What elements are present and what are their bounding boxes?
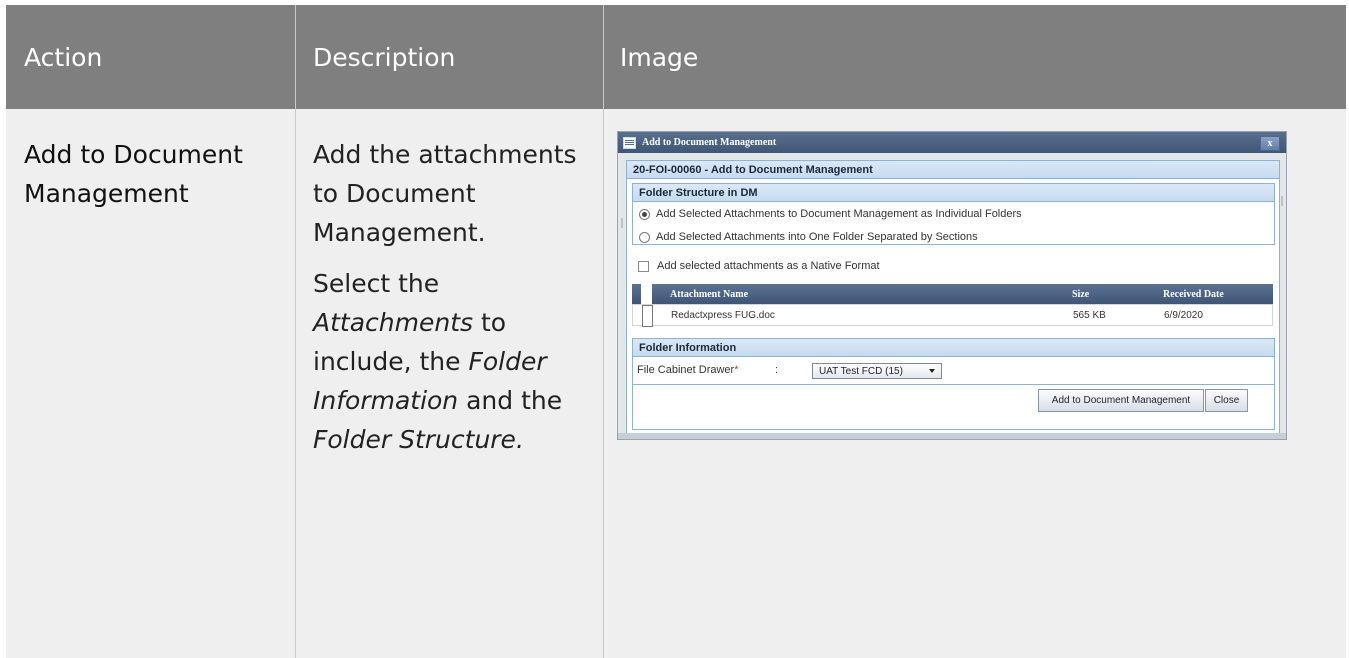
- add-to-dm-dialog: Add to Document Management x 20-FOI-0006…: [617, 131, 1287, 440]
- drawer-colon: :: [775, 364, 779, 376]
- action-text: Add to Document Management: [24, 140, 243, 208]
- attachment-size: 565 KB: [1073, 309, 1106, 321]
- native-format-checkbox[interactable]: [638, 260, 649, 272]
- dialog-footer-strip: [618, 433, 1286, 439]
- row-checkbox[interactable]: [642, 305, 653, 327]
- table-header: Action Description Image: [6, 5, 1346, 109]
- add-to-dm-button[interactable]: Add to Document Management: [1038, 389, 1204, 412]
- document-list-icon: [623, 136, 636, 149]
- drawer-select[interactable]: UAT Test FCD (15): [812, 363, 942, 379]
- attachments-grid: Attachment Name Size Received Date Redac…: [632, 284, 1273, 327]
- drawer-row: File Cabinet Drawer* : UAT Test FCD (15): [637, 363, 1267, 380]
- native-format-label: Add selected attachments as a Native For…: [657, 260, 880, 272]
- header-description: Description: [313, 42, 456, 72]
- close-icon[interactable]: x: [1260, 136, 1280, 151]
- grid-header: Attachment Name Size Received Date: [632, 284, 1273, 306]
- option-one-folder[interactable]: Add Selected Attachments into One Folder…: [639, 231, 978, 243]
- description-paragraph-1: Add the attachments to Document Manageme…: [313, 140, 577, 247]
- col-received-date[interactable]: Received Date: [1163, 284, 1224, 304]
- folder-info-title: Folder Information: [633, 339, 1274, 357]
- button-bar: Add to Document Management Close: [633, 385, 1274, 415]
- description-text: Add the attachments to Document Manageme…: [313, 135, 593, 471]
- dialog-title: Add to Document Management: [642, 137, 777, 148]
- table-row[interactable]: Redactxpress FUG.doc 565 KB 6/9/2020: [632, 304, 1273, 327]
- header-action: Action: [24, 42, 103, 72]
- drawer-select-value: UAT Test FCD (15): [819, 365, 903, 377]
- close-button[interactable]: Close: [1205, 389, 1248, 412]
- col-size[interactable]: Size: [1072, 284, 1089, 304]
- native-format-option[interactable]: Add selected attachments as a Native For…: [638, 260, 880, 272]
- left-edge-stub: [621, 218, 623, 228]
- folder-structure-title: Folder Structure in DM: [633, 184, 1274, 202]
- folder-info-panel: Folder Information File Cabinet Drawer* …: [632, 338, 1275, 430]
- attachment-name: Redactxpress FUG.doc: [671, 309, 775, 321]
- description-paragraph-2: Select the Attachments to include, the F…: [313, 269, 563, 454]
- dialog-titlebar: Add to Document Management x: [618, 132, 1286, 153]
- attachment-date: 6/9/2020: [1164, 309, 1203, 321]
- required-marker: *: [734, 364, 739, 376]
- radio-button[interactable]: [639, 231, 650, 243]
- dialog-body: 20-FOI-00060 - Add to Document Managemen…: [626, 160, 1280, 434]
- header-image: Image: [620, 42, 699, 72]
- option-label: Add Selected Attachments into One Folder…: [656, 231, 978, 243]
- option-label: Add Selected Attachments to Document Man…: [656, 208, 1022, 220]
- option-individual-folders[interactable]: Add Selected Attachments to Document Man…: [639, 208, 1022, 220]
- drawer-label: File Cabinet Drawer: [637, 364, 735, 376]
- radio-button[interactable]: [639, 208, 650, 220]
- right-edge-stub: [1281, 196, 1283, 206]
- col-attachment-name[interactable]: Attachment Name: [670, 284, 748, 304]
- column-divider: [603, 5, 604, 658]
- column-divider: [295, 5, 296, 658]
- folder-structure-panel: Folder Structure in DM Add Selected Atta…: [632, 183, 1275, 245]
- dialog-header-bar: 20-FOI-00060 - Add to Document Managemen…: [627, 161, 1279, 179]
- select-all-checkbox[interactable]: [641, 284, 652, 306]
- chevron-down-icon: [929, 369, 935, 373]
